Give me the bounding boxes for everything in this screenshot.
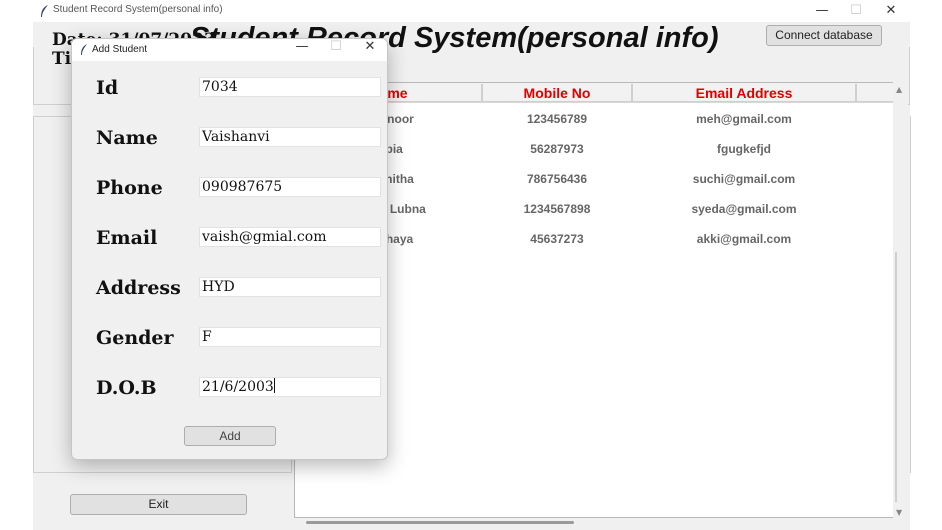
cell-email: fgugkefjd	[717, 142, 771, 156]
address-field[interactable]: HYD	[199, 277, 381, 297]
dob-value: 21/6/2003	[202, 379, 274, 395]
add-button[interactable]: Add	[184, 426, 276, 446]
dob-field[interactable]: 21/6/2003	[199, 377, 381, 397]
feather-icon	[81, 44, 87, 55]
cell-mobile: 786756436	[526, 172, 588, 186]
cell-email: suchi@gmail.com	[692, 172, 796, 186]
email-field[interactable]: vaish@gmial.com	[199, 227, 381, 247]
add-student-dialog: Add Student — ☐ ✕ Id 7034 Name Vaishanvi…	[71, 38, 388, 460]
label-id: Id	[96, 77, 119, 99]
maximize-button[interactable]: ☐	[838, 0, 874, 22]
minimize-button[interactable]: —	[804, 0, 840, 22]
scrollbar-track-line	[895, 252, 897, 502]
label-name: Name	[96, 127, 158, 149]
cell-email: meh@gmail.com	[696, 112, 792, 126]
label-dob: D.O.B	[96, 377, 157, 399]
triangle-up-icon[interactable]: ▲	[896, 85, 902, 94]
dialog-maximize-button[interactable]: ☐	[319, 39, 353, 61]
phone-field[interactable]: 090987675	[199, 177, 381, 197]
main-titlebar: Student Record System(personal info) — ☐…	[33, 0, 910, 22]
column-header-extra[interactable]	[856, 84, 893, 102]
name-field[interactable]: Vaishanvi	[199, 127, 381, 147]
connect-database-button[interactable]: Connect database	[766, 25, 882, 46]
exit-button[interactable]: Exit	[70, 494, 247, 515]
cell-mobile: 1234567898	[523, 202, 591, 216]
vertical-scrollbar[interactable]: ▲ ▼	[893, 82, 908, 518]
dialog-minimize-button[interactable]: —	[285, 39, 319, 61]
cell-mobile: 123456789	[526, 112, 588, 126]
text-cursor	[273, 378, 275, 393]
cell-email: syeda@gmail.com	[691, 202, 797, 216]
label-address: Address	[96, 277, 181, 299]
close-button[interactable]: ✕	[873, 0, 909, 22]
label-phone: Phone	[96, 177, 163, 199]
column-header-email[interactable]: Email Address	[632, 84, 856, 102]
horizontal-scrollbar-thumb[interactable]	[306, 521, 574, 524]
right-frame-edge	[910, 116, 912, 473]
gender-field[interactable]: F	[199, 327, 381, 347]
window-title: Student Record System(personal info)	[53, 4, 223, 15]
column-header-mobile[interactable]: Mobile No	[482, 84, 632, 102]
dialog-close-button[interactable]: ✕	[353, 39, 387, 61]
id-field[interactable]: 7034	[199, 77, 381, 97]
label-gender: Gender	[96, 327, 174, 349]
dialog-titlebar: Add Student — ☐ ✕	[72, 39, 387, 61]
label-email: Email	[96, 227, 158, 249]
triangle-down-icon[interactable]: ▼	[896, 508, 902, 517]
feather-icon	[41, 5, 48, 17]
cell-email: akki@gmail.com	[696, 232, 792, 246]
cell-mobile: 45637273	[530, 232, 584, 246]
dialog-title: Add Student	[92, 44, 148, 55]
cell-mobile: 56287973	[530, 142, 584, 156]
